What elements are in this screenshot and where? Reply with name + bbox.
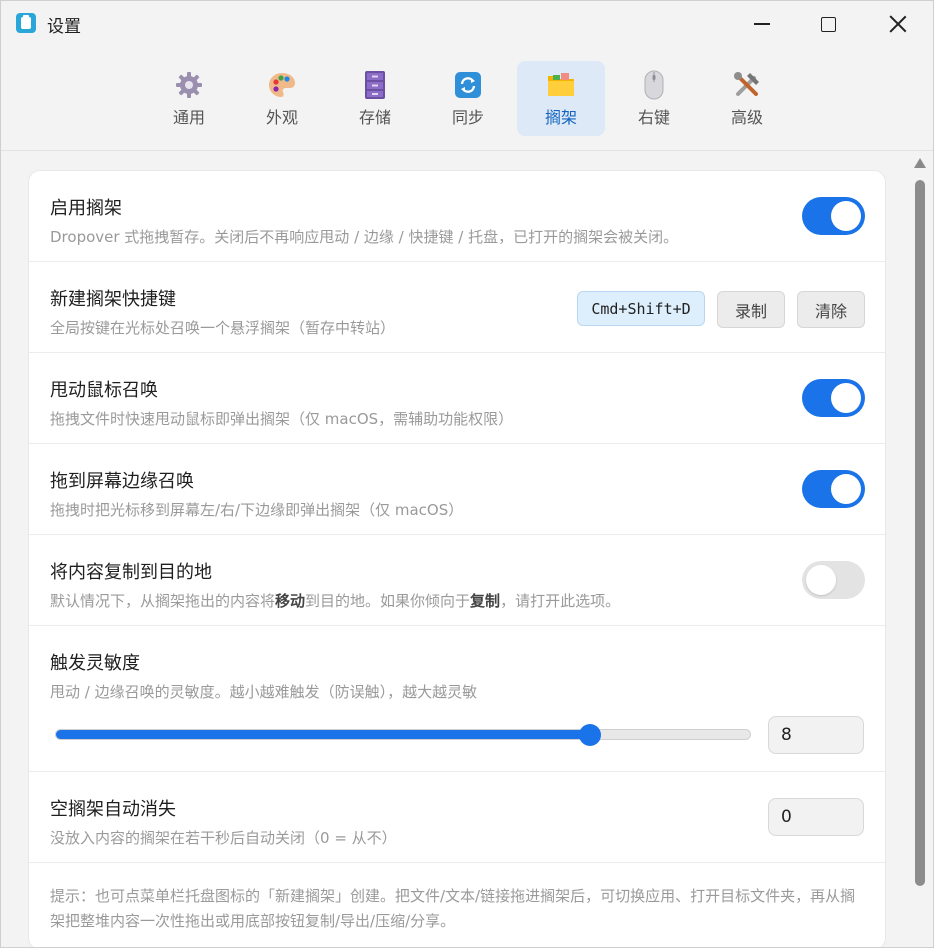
toggle-knob <box>831 474 861 504</box>
shake-summon-toggle[interactable] <box>802 379 865 417</box>
tab-advanced[interactable]: 高级 <box>703 61 791 136</box>
maximize-button[interactable] <box>793 1 863 47</box>
hint-text: 提示：也可点菜单栏托盘图标的「新建搁架」创建。把文件/文本/链接拖进搁架后，可切… <box>50 887 856 930</box>
toggle-knob <box>806 565 836 595</box>
setting-copy-to-destination: 将内容复制到目的地 默认情况下，从搁架拖出的内容将移动到目的地。如果你倾向于复制… <box>29 535 885 626</box>
setting-description: 没放入内容的搁架在若干秒后自动关闭（0 = 从不） <box>50 829 397 847</box>
tab-label: 同步 <box>451 108 484 127</box>
tab-appearance[interactable]: 外观 <box>238 61 326 136</box>
toggle-knob <box>831 383 861 413</box>
scrollbar-thumb[interactable] <box>915 180 925 886</box>
close-button[interactable] <box>863 1 933 47</box>
setting-description: 甩动 / 边缘召唤的灵敏度。越小越难触发（防误触），越大越灵敏 <box>50 683 478 701</box>
copy-to-destination-toggle[interactable] <box>802 561 865 599</box>
clear-button[interactable]: 清除 <box>797 291 865 328</box>
tab-sync[interactable]: 同步 <box>424 61 512 136</box>
setting-description: 拖拽文件时快速甩动鼠标即弹出搁架（仅 macOS，需辅助功能权限） <box>50 410 514 428</box>
record-button[interactable]: 录制 <box>717 291 785 328</box>
slider-fill <box>56 730 590 739</box>
setting-edge-summon: 拖到屏幕边缘召唤 拖拽时把光标移到屏幕左/右/下边缘即弹出搁架（仅 macOS） <box>29 444 885 535</box>
palette-icon <box>267 70 297 100</box>
setting-title: 将内容复制到目的地 <box>50 562 212 583</box>
setting-shake-summon: 甩动鼠标召唤 拖拽文件时快速甩动鼠标即弹出搁架（仅 macOS，需辅助功能权限） <box>29 353 885 444</box>
setting-description: 拖拽时把光标移到屏幕左/右/下边缘即弹出搁架（仅 macOS） <box>50 501 464 519</box>
slider-thumb[interactable] <box>579 724 601 746</box>
scroll-up-arrow[interactable] <box>914 158 926 168</box>
setting-title: 甩动鼠标召唤 <box>50 380 158 401</box>
title-bar: 设置 <box>1 1 933 47</box>
sensitivity-value-input[interactable]: 8 <box>768 716 864 754</box>
setting-title: 拖到屏幕边缘召唤 <box>50 471 194 492</box>
tab-label: 通用 <box>172 108 205 127</box>
tab-label: 存储 <box>358 108 391 127</box>
shortcut-display[interactable]: Cmd+Shift+D <box>577 291 705 326</box>
settings-window: 设置 通用 外观 存储 同步 搁架 右键 高级 启用搁架 Dropover 式拖… <box>0 0 934 948</box>
tab-label: 外观 <box>265 108 298 127</box>
edge-summon-toggle[interactable] <box>802 470 865 508</box>
setting-enable-shelf: 启用搁架 Dropover 式拖拽暂存。关闭后不再响应甩动 / 边缘 / 快捷键… <box>29 171 885 262</box>
window-title: 设置 <box>47 17 81 37</box>
setting-new-shelf-shortcut: 新建搁架快捷键 全局按键在光标处召唤一个悬浮搁架（暂存中转站） Cmd+Shif… <box>29 262 885 353</box>
minimize-icon <box>754 23 770 25</box>
tab-label: 高级 <box>730 108 763 127</box>
tab-storage[interactable]: 存储 <box>331 61 419 136</box>
tab-general[interactable]: 通用 <box>145 61 233 136</box>
setting-auto-dismiss: 空搁架自动消失 没放入内容的搁架在若干秒后自动关闭（0 = 从不） 0 <box>29 772 885 863</box>
tab-shelf[interactable]: 搁架 <box>517 61 605 136</box>
setting-description: 默认情况下，从搁架拖出的内容将移动到目的地。如果你倾向于复制，请打开此选项。 <box>50 592 621 610</box>
settings-card: 启用搁架 Dropover 式拖拽暂存。关闭后不再响应甩动 / 边缘 / 快捷键… <box>28 170 886 947</box>
app-clipboard-icon <box>16 13 36 33</box>
auto-dismiss-seconds-input[interactable]: 0 <box>768 798 864 836</box>
minimize-button[interactable] <box>727 1 797 47</box>
folder-icon <box>546 70 576 100</box>
setting-title: 空搁架自动消失 <box>50 799 176 820</box>
tab-context-menu[interactable]: 右键 <box>610 61 698 136</box>
cabinet-icon <box>360 70 390 100</box>
mouse-icon <box>639 70 669 100</box>
close-icon <box>889 15 907 33</box>
enable-shelf-toggle[interactable] <box>802 197 865 235</box>
setting-title: 新建搁架快捷键 <box>50 289 176 310</box>
sync-icon <box>453 70 483 100</box>
toggle-knob <box>831 201 861 231</box>
sensitivity-slider[interactable] <box>55 724 751 746</box>
tab-label: 搁架 <box>544 108 577 127</box>
setting-trigger-sensitivity: 触发灵敏度 甩动 / 边缘召唤的灵敏度。越小越难触发（防误触），越大越灵敏 <box>29 626 885 772</box>
setting-description: 全局按键在光标处召唤一个悬浮搁架（暂存中转站） <box>50 319 396 337</box>
tools-icon <box>732 70 762 100</box>
maximize-icon <box>820 16 836 32</box>
tab-label: 右键 <box>637 108 670 127</box>
setting-title: 启用搁架 <box>50 198 122 219</box>
setting-description: Dropover 式拖拽暂存。关闭后不再响应甩动 / 边缘 / 快捷键 / 托盘… <box>50 228 679 246</box>
setting-title: 触发灵敏度 <box>50 653 140 674</box>
tab-bar: 通用 外观 存储 同步 搁架 右键 高级 <box>1 47 933 151</box>
gear-icon <box>174 70 204 100</box>
